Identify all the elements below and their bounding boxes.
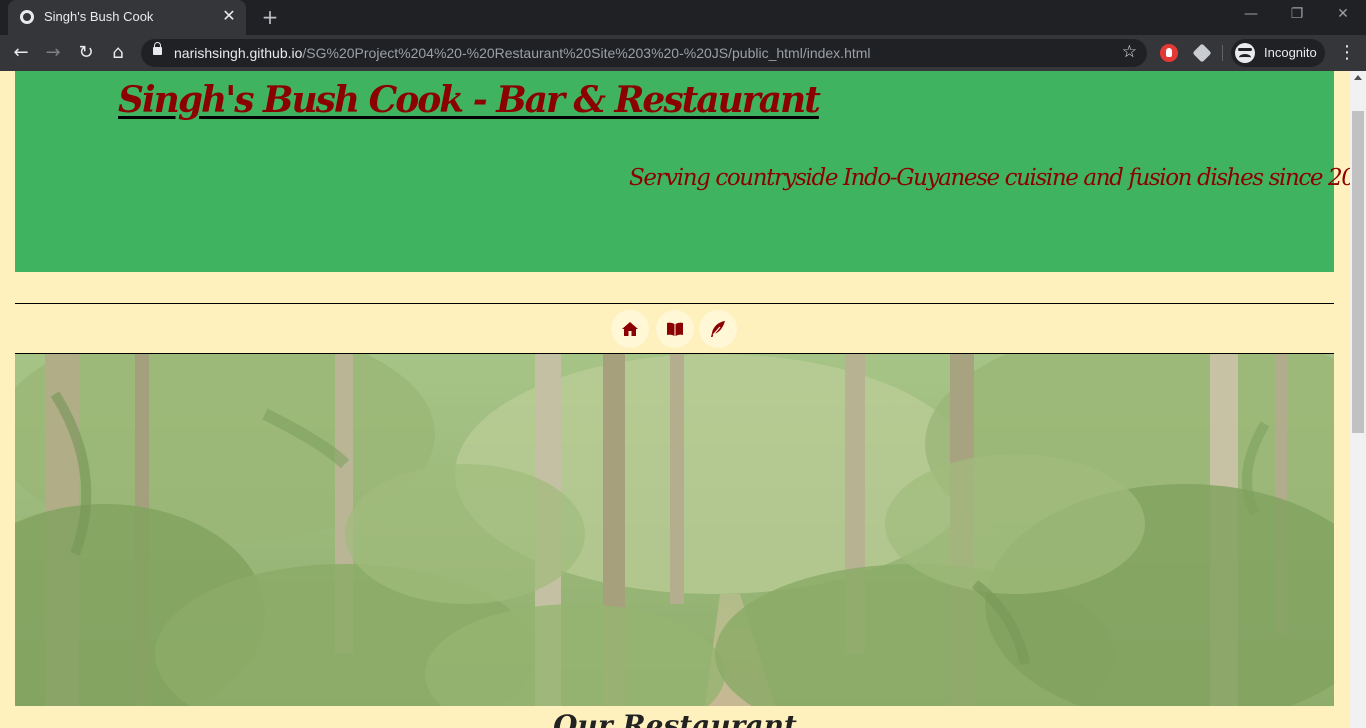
scroll-up-arrow-icon[interactable]: [1354, 75, 1362, 80]
url-text[interactable]: narishsingh.github.io/SG%20Project%204%2…: [174, 45, 871, 61]
site-tagline: Serving countryside Indo-Guyanese cuisin…: [629, 165, 1350, 191]
nav-about-button[interactable]: [699, 310, 737, 348]
extension-red-icon[interactable]: [1160, 44, 1178, 62]
hero-forest-image: [15, 354, 1334, 706]
address-bar[interactable]: narishsingh.github.io/SG%20Project%204%2…: [141, 39, 1147, 67]
incognito-label: Incognito: [1264, 45, 1317, 60]
browser-menu-icon[interactable]: ⋮: [1338, 40, 1356, 66]
incognito-icon: [1235, 43, 1255, 63]
incognito-profile-button[interactable]: Incognito: [1231, 39, 1325, 67]
browser-toolbar: ← → ↻ ⌂ narishsingh.github.io/SG%20Proje…: [0, 35, 1366, 71]
book-icon: [667, 322, 683, 336]
minimize-icon[interactable]: —: [1237, 4, 1265, 24]
feather-icon: [711, 321, 725, 337]
tab-title: Singh's Bush Cook: [44, 9, 154, 24]
forest-photo: [15, 354, 1334, 706]
close-tab-icon[interactable]: ✕: [220, 7, 238, 25]
scroll-thumb[interactable]: [1352, 111, 1364, 433]
new-tab-plus-icon[interactable]: +: [258, 6, 282, 30]
section-title: Our Restaurant: [553, 709, 797, 728]
main-nav: [611, 310, 739, 348]
browser-tab-strip: Singh's Bush Cook ✕ + — ❐ ✕: [0, 0, 1366, 35]
globe-favicon-icon: [20, 10, 34, 24]
page-scrollbar[interactable]: [1350, 71, 1366, 728]
reload-icon[interactable]: ↻: [73, 40, 99, 66]
url-host: narishsingh.github.io: [174, 45, 303, 61]
home-icon: [622, 322, 638, 336]
url-path: /SG%20Project%204%20-%20Restaurant%20Sit…: [302, 45, 871, 61]
page-viewport: Singh's Bush Cook - Bar & Restaurant Ser…: [0, 71, 1350, 728]
extension-box-icon[interactable]: [1192, 43, 1212, 63]
window-close-icon[interactable]: ✕: [1329, 4, 1357, 24]
browser-home-icon[interactable]: ⌂: [105, 40, 131, 66]
back-icon[interactable]: ←: [8, 40, 34, 66]
restore-icon[interactable]: ❐: [1283, 4, 1311, 24]
toolbar-divider: [1222, 45, 1223, 61]
forward-icon[interactable]: →: [40, 40, 66, 66]
browser-tab[interactable]: Singh's Bush Cook ✕: [8, 0, 246, 35]
nav-home-button[interactable]: [611, 310, 649, 348]
nav-divider-top: [15, 303, 1334, 304]
bookmark-star-icon[interactable]: ☆: [1122, 42, 1137, 62]
site-header: Singh's Bush Cook - Bar & Restaurant Ser…: [15, 71, 1350, 272]
nav-menu-button[interactable]: [656, 310, 694, 348]
lock-icon[interactable]: [153, 42, 162, 55]
site-title[interactable]: Singh's Bush Cook - Bar & Restaurant: [118, 79, 821, 121]
